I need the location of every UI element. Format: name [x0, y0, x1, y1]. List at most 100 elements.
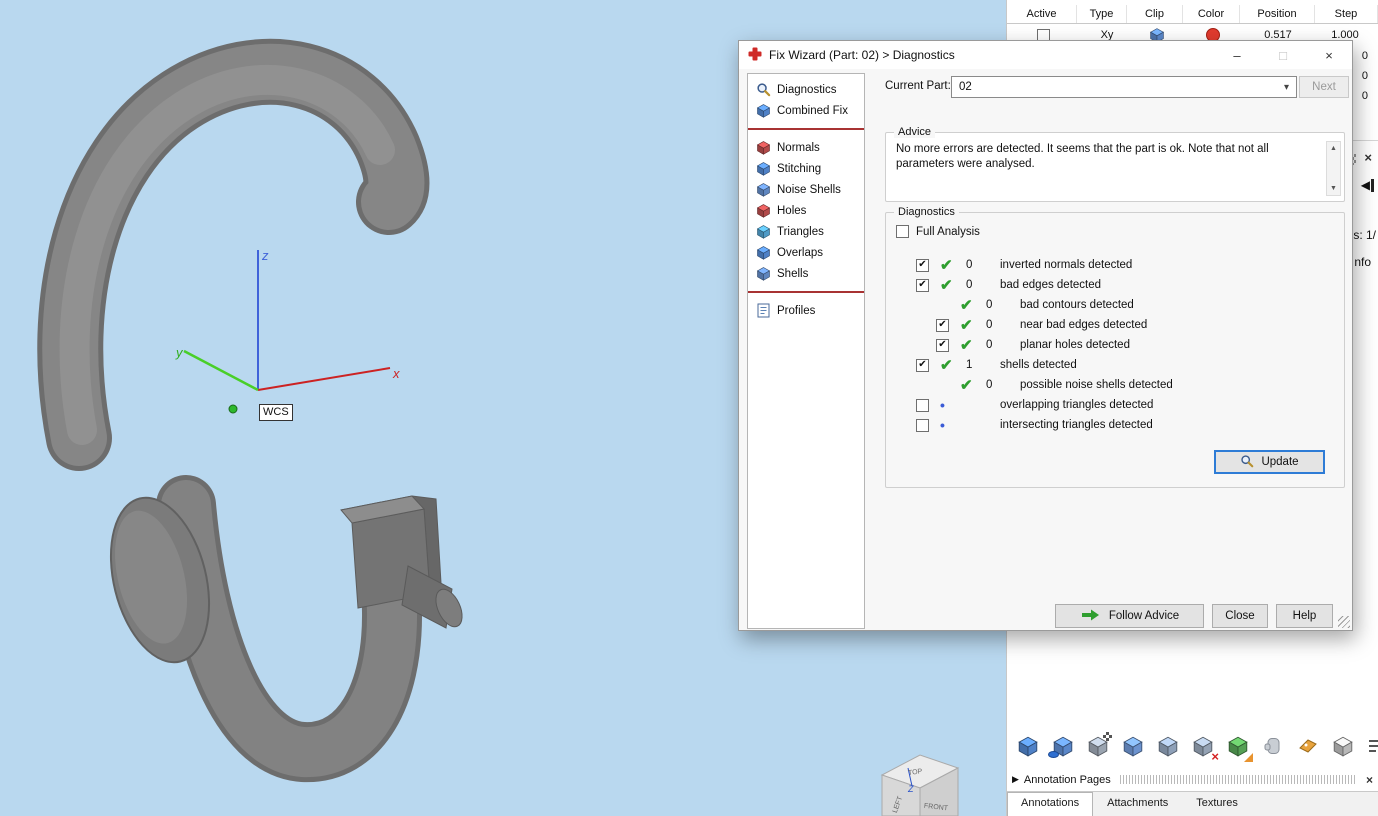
sidebar-item-label: Normals	[777, 141, 820, 154]
sidebar-item-holes[interactable]: Holes	[748, 200, 864, 221]
diagnostic-row: • overlapping triangles detected	[906, 395, 1344, 415]
current-part-combobox[interactable]: 02 ▾	[951, 76, 1297, 98]
select-triangles-icon[interactable]	[1085, 731, 1112, 759]
build-list-icon[interactable]	[1365, 734, 1378, 759]
axis-z-label: z	[261, 248, 269, 263]
diagnostic-checkbox[interactable]: ✔	[916, 258, 929, 272]
diagnostic-label: shells detected	[1000, 359, 1077, 371]
diagnostic-checkbox[interactable]: ✔	[936, 318, 949, 332]
tab-textures[interactable]: Textures	[1182, 792, 1252, 816]
diagnostic-count: 0	[986, 339, 993, 351]
view-part-icon[interactable]	[1048, 734, 1075, 759]
sidebar-item-profiles[interactable]: Profiles	[748, 300, 864, 321]
scroll-down-icon[interactable]: ▼	[1330, 185, 1337, 192]
check-icon: ✔	[960, 376, 973, 394]
column-header-step[interactable]: Step	[1315, 5, 1378, 23]
diagnostic-checkbox[interactable]: ✔	[916, 278, 929, 292]
diagnostic-checkbox[interactable]	[916, 418, 929, 432]
sidebar-item-label: Combined Fix	[777, 104, 848, 117]
diagnostic-checkbox[interactable]: ✔	[916, 358, 929, 372]
sidebar-item-label: Overlaps	[777, 246, 824, 259]
tab-annotations[interactable]: Annotations	[1007, 792, 1094, 816]
follow-advice-button[interactable]: Follow Advice	[1055, 604, 1204, 628]
view-cube[interactable]: TOP LEFT FRONT Z	[880, 754, 960, 816]
sidebar-item-normals[interactable]: Normals	[748, 137, 864, 158]
column-header-position[interactable]: Position	[1240, 5, 1315, 23]
close-icon[interactable]: ×	[1306, 41, 1352, 69]
full-analysis-checkbox[interactable]	[896, 225, 909, 238]
close-dialog-button[interactable]: Close	[1212, 604, 1268, 628]
sidebar-item-diagnostics[interactable]: Diagnostics	[748, 79, 864, 100]
column-header-active[interactable]: Active	[1007, 5, 1077, 23]
diagnostics-legend: Diagnostics	[894, 206, 959, 218]
tag-icon[interactable]	[1295, 734, 1320, 759]
sidebar-item-label: Shells	[777, 267, 809, 280]
dialog-title: Fix Wizard (Part: 02) > Diagnostics	[769, 48, 955, 62]
copy-parts-icon[interactable]	[1155, 734, 1180, 759]
help-button[interactable]: Help	[1276, 604, 1333, 628]
mark-cube-icon[interactable]	[1120, 734, 1145, 759]
overlaps-icon	[755, 245, 771, 260]
advice-scrollbar[interactable]: ▲ ▼	[1326, 141, 1341, 196]
view-cube-z-label: Z	[907, 784, 914, 794]
import-part-icon[interactable]	[1015, 734, 1040, 759]
drag-texture	[1119, 775, 1357, 784]
diagnostic-count: 0	[986, 379, 993, 391]
diagnostic-count: 0	[966, 279, 973, 291]
profiles-icon	[755, 303, 771, 318]
diagnostic-count: 0	[986, 319, 993, 331]
sidebar-item-stitching[interactable]: Stitching	[748, 158, 864, 179]
annotation-close-icon[interactable]: ×	[1366, 773, 1373, 787]
box-icon[interactable]	[1330, 734, 1355, 759]
diagnostics-rows: ✔ ✔ 0 inverted normals detected ✔ ✔ 0 bad edges…	[886, 255, 1344, 435]
partial-step-value: 0	[1361, 70, 1368, 82]
dialog-titlebar[interactable]: Fix Wizard (Part: 02) > Diagnostics – □ …	[739, 41, 1352, 69]
magnifier-icon	[755, 82, 771, 97]
diagnostic-checkbox[interactable]	[916, 398, 929, 412]
advice-legend: Advice	[894, 126, 936, 138]
expand-right-icon[interactable]: ▶	[1012, 774, 1019, 785]
dialog-sidebar: Diagnostics Combined Fix Normals Stitching N…	[747, 73, 865, 629]
diagnostic-row: ✔ 0 bad contours detected	[926, 295, 1344, 315]
update-button[interactable]: Update	[1214, 450, 1325, 474]
collapse-panel-button[interactable]: ◀	[1361, 178, 1374, 192]
diagnostic-row: ✔ ✔ 0 inverted normals detected	[906, 255, 1344, 275]
glove-icon[interactable]	[1260, 734, 1285, 759]
fix-wizard-icon	[748, 47, 762, 64]
partial-step-value: 0	[1361, 50, 1368, 62]
diagnostic-count: 1	[966, 359, 973, 371]
diagnostic-label: planar holes detected	[1020, 339, 1130, 351]
sidebar-separator	[748, 291, 864, 293]
sidebar-item-combined-fix[interactable]: Combined Fix	[748, 100, 864, 121]
minimize-icon[interactable]: –	[1214, 41, 1260, 69]
delete-part-icon[interactable]: ×	[1190, 734, 1219, 764]
info-button-fragment[interactable]: nfo	[1354, 255, 1371, 269]
collapse-bar	[1371, 178, 1374, 192]
update-label: Update	[1261, 456, 1299, 468]
scroll-up-icon[interactable]: ▲	[1330, 145, 1337, 152]
resize-grip[interactable]	[1338, 616, 1350, 628]
sidebar-item-noise-shells[interactable]: Noise Shells	[748, 179, 864, 200]
full-analysis-row: Full Analysis	[896, 225, 980, 238]
next-button[interactable]: Next	[1299, 76, 1349, 98]
eye-badge-icon	[1048, 750, 1059, 758]
column-header-type[interactable]: Type	[1077, 5, 1127, 23]
combined-fix-icon	[755, 103, 771, 118]
sidebar-item-overlaps[interactable]: Overlaps	[748, 242, 864, 263]
follow-advice-label: Follow Advice	[1108, 610, 1180, 622]
panel-close-icon[interactable]: ×	[1364, 150, 1372, 165]
diagnostic-checkbox[interactable]: ✔	[936, 338, 949, 352]
shells-icon	[755, 266, 771, 281]
column-header-color[interactable]: Color	[1183, 5, 1240, 23]
maximize-icon[interactable]: □	[1260, 41, 1306, 69]
diagnostic-row: ✔ 0 possible noise shells detected	[926, 375, 1344, 395]
tab-attachments[interactable]: Attachments	[1093, 792, 1182, 816]
diagnostic-count: 0	[966, 259, 973, 271]
column-header-clip[interactable]: Clip	[1127, 5, 1183, 23]
sidebar-item-label: Noise Shells	[777, 183, 841, 196]
sidebar-item-shells[interactable]: Shells	[748, 263, 864, 284]
annotation-pages-header[interactable]: ▶ Annotation Pages ×	[1007, 770, 1378, 789]
sidebar-item-triangles[interactable]: Triangles	[748, 221, 864, 242]
advice-text: No more errors are detected. It seems th…	[896, 143, 1269, 170]
color-cube-icon[interactable]	[1225, 734, 1253, 762]
